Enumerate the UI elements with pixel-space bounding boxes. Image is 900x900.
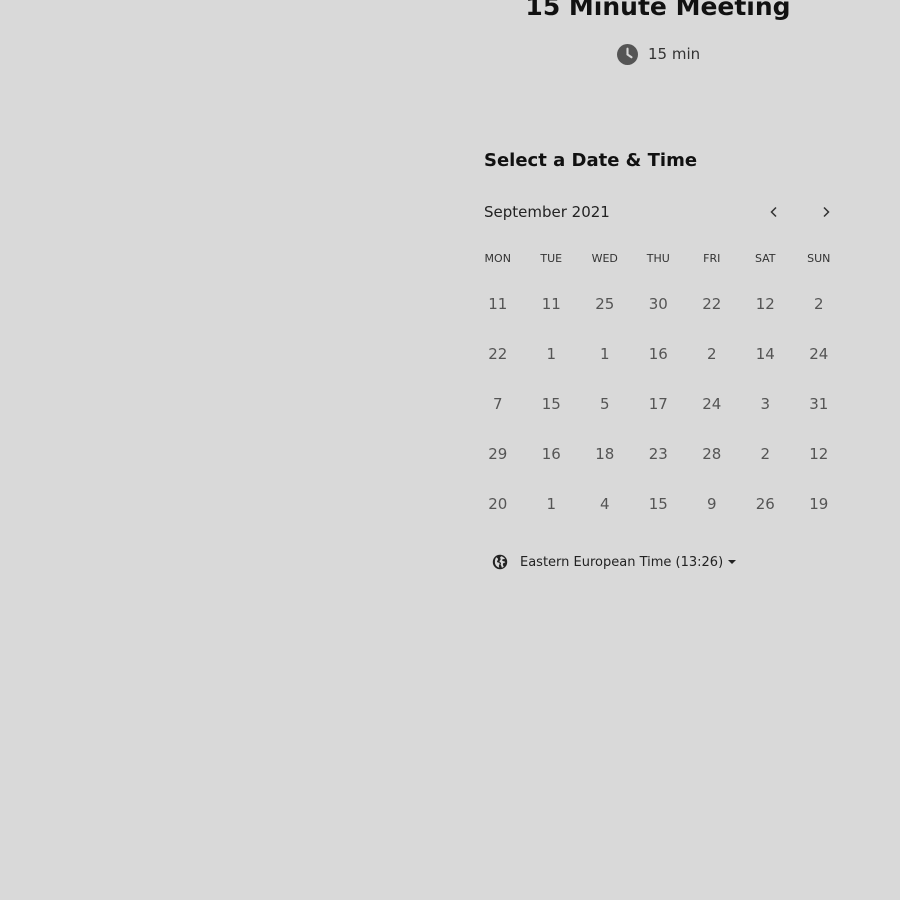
- event-title: 15 Minute Meeting: [525, 0, 791, 21]
- calendar-day[interactable]: 22: [471, 332, 525, 376]
- calendar-day[interactable]: 2: [739, 432, 793, 476]
- weekday-header: MON TUE WED THU FRI SAT SUN: [471, 248, 845, 270]
- chevron-left-icon: [770, 206, 777, 218]
- month-navigation: September 2021: [484, 200, 844, 224]
- calendar-day[interactable]: 12: [792, 432, 846, 476]
- booking-page: 15 Minute Meeting 15 min Select a Date &…: [0, 0, 900, 900]
- previous-month-button[interactable]: [762, 200, 786, 224]
- calendar-day[interactable]: 5: [578, 382, 632, 426]
- calendar-day[interactable]: 3: [739, 382, 793, 426]
- calendar-day[interactable]: 2: [792, 282, 846, 326]
- calendar-week: 20 1 4 15 9 26 19: [471, 482, 845, 532]
- date-time-heading: Select a Date & Time: [484, 150, 698, 171]
- current-month-label: September 2021: [484, 203, 610, 221]
- globe-icon: [492, 554, 508, 570]
- calendar-day[interactable]: 1: [525, 332, 579, 376]
- event-duration: 15 min: [617, 43, 700, 65]
- calendar-day[interactable]: 15: [525, 382, 579, 426]
- calendar-day[interactable]: 7: [471, 382, 525, 426]
- calendar-weeks: 11 11 25 30 22 12 2 22 1 1 16 2 14 24 7 …: [471, 282, 845, 532]
- calendar-day[interactable]: 17: [632, 382, 686, 426]
- calendar-day[interactable]: 11: [525, 282, 579, 326]
- timezone-selector[interactable]: Eastern European Time (13:26): [492, 551, 737, 573]
- calendar-week: 22 1 1 16 2 14 24: [471, 332, 845, 382]
- calendar-day[interactable]: 11: [471, 282, 525, 326]
- calendar-day[interactable]: 4: [578, 482, 632, 526]
- calendar-day[interactable]: 25: [578, 282, 632, 326]
- weekday-label: TUE: [540, 252, 563, 265]
- weekday-label: SUN: [807, 252, 831, 265]
- weekday-label: MON: [484, 252, 511, 265]
- calendar-day[interactable]: 20: [471, 482, 525, 526]
- timezone-label: Eastern European Time (13:26): [520, 554, 724, 570]
- calendar-day[interactable]: 1: [525, 482, 579, 526]
- weekday-label: THU: [646, 252, 670, 265]
- calendar-day[interactable]: 24: [792, 332, 846, 376]
- calendar-day[interactable]: 30: [632, 282, 686, 326]
- calendar-day[interactable]: 26: [739, 482, 793, 526]
- calendar-day[interactable]: 28: [685, 432, 739, 476]
- weekday-label: WED: [591, 252, 618, 265]
- calendar-day[interactable]: 29: [471, 432, 525, 476]
- calendar-week: 11 11 25 30 22 12 2: [471, 282, 845, 332]
- calendar-day[interactable]: 16: [525, 432, 579, 476]
- calendar-day[interactable]: 23: [632, 432, 686, 476]
- chevron-right-icon: [823, 206, 830, 218]
- calendar-week: 29 16 18 23 28 2 12: [471, 432, 845, 482]
- calendar-day[interactable]: 19: [792, 482, 846, 526]
- calendar-day[interactable]: 18: [578, 432, 632, 476]
- weekday-label: SAT: [754, 252, 776, 265]
- next-month-button[interactable]: [814, 200, 838, 224]
- calendar-day[interactable]: 15: [632, 482, 686, 526]
- calendar-day[interactable]: 22: [685, 282, 739, 326]
- calendar-day[interactable]: 24: [685, 382, 739, 426]
- calendar-week: 7 15 5 17 24 3 31: [471, 382, 845, 432]
- calendar-day[interactable]: 14: [739, 332, 793, 376]
- caret-down-icon: [728, 560, 737, 564]
- calendar-day[interactable]: 1: [578, 332, 632, 376]
- duration-label: 15 min: [648, 45, 701, 63]
- calendar-day[interactable]: 16: [632, 332, 686, 376]
- calendar-day[interactable]: 2: [685, 332, 739, 376]
- calendar-day[interactable]: 31: [792, 382, 846, 426]
- calendar-day[interactable]: 9: [685, 482, 739, 526]
- clock-icon: [617, 43, 638, 65]
- calendar-grid: MON TUE WED THU FRI SAT SUN 11 11 25 30 …: [471, 248, 845, 532]
- calendar-day[interactable]: 12: [739, 282, 793, 326]
- weekday-label: FRI: [703, 252, 721, 265]
